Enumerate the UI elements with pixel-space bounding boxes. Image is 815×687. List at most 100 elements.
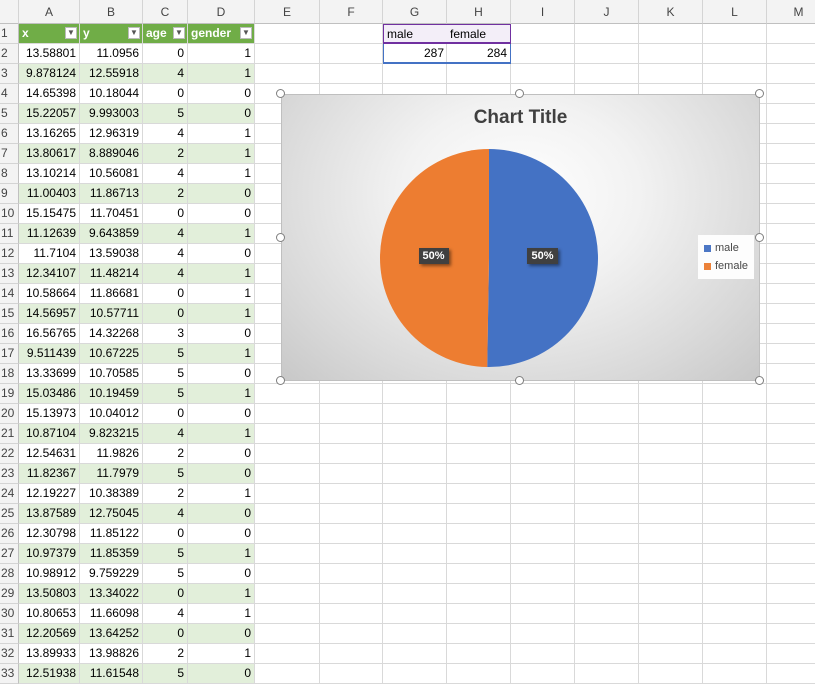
empty-cell[interactable]: [447, 464, 511, 484]
empty-cell[interactable]: [255, 404, 320, 424]
table-header-cell[interactable]: gender ▼: [188, 24, 255, 44]
empty-cell[interactable]: [767, 64, 815, 84]
empty-cell[interactable]: [320, 44, 383, 64]
summary-label-female[interactable]: female: [447, 24, 511, 44]
empty-cell[interactable]: [255, 564, 320, 584]
table-cell[interactable]: 13.80617: [19, 144, 80, 164]
empty-cell[interactable]: [639, 424, 703, 444]
table-cell[interactable]: 13.33699: [19, 364, 80, 384]
column-header-a[interactable]: A: [19, 0, 80, 24]
table-cell[interactable]: 1: [188, 64, 255, 84]
table-cell[interactable]: 3: [143, 324, 188, 344]
row-header[interactable]: 20: [0, 404, 19, 424]
empty-cell[interactable]: [703, 484, 767, 504]
table-cell[interactable]: 1: [188, 604, 255, 624]
table-cell[interactable]: 1: [188, 644, 255, 664]
empty-cell[interactable]: [767, 204, 815, 224]
empty-cell[interactable]: [767, 24, 815, 44]
table-cell[interactable]: 0: [188, 184, 255, 204]
empty-cell[interactable]: [383, 444, 447, 464]
empty-cell[interactable]: [575, 464, 639, 484]
table-cell[interactable]: 13.58801: [19, 44, 80, 64]
empty-cell[interactable]: [447, 504, 511, 524]
empty-cell[interactable]: [255, 504, 320, 524]
table-cell[interactable]: 2: [143, 444, 188, 464]
column-header-b[interactable]: B: [80, 0, 143, 24]
table-cell[interactable]: 10.98912: [19, 564, 80, 584]
table-cell[interactable]: 2: [143, 644, 188, 664]
empty-cell[interactable]: [447, 564, 511, 584]
row-header[interactable]: 12: [0, 244, 19, 264]
empty-cell[interactable]: [511, 664, 575, 684]
table-cell[interactable]: 0: [143, 524, 188, 544]
table-cell[interactable]: 1: [188, 304, 255, 324]
table-cell[interactable]: 0: [188, 624, 255, 644]
empty-cell[interactable]: [383, 64, 447, 84]
row-header[interactable]: 8: [0, 164, 19, 184]
table-cell[interactable]: 10.87104: [19, 424, 80, 444]
table-cell[interactable]: 1: [188, 484, 255, 504]
empty-cell[interactable]: [320, 624, 383, 644]
empty-cell[interactable]: [255, 444, 320, 464]
data-label-female[interactable]: 50%: [418, 247, 449, 264]
empty-cell[interactable]: [447, 484, 511, 504]
table-cell[interactable]: 10.57711: [80, 304, 143, 324]
empty-cell[interactable]: [511, 504, 575, 524]
table-cell[interactable]: 0: [143, 44, 188, 64]
row-header[interactable]: 26: [0, 524, 19, 544]
empty-cell[interactable]: [383, 584, 447, 604]
empty-cell[interactable]: [703, 504, 767, 524]
empty-cell[interactable]: [639, 524, 703, 544]
row-header[interactable]: 30: [0, 604, 19, 624]
data-label-male[interactable]: 50%: [527, 248, 558, 265]
table-cell[interactable]: 12.19227: [19, 484, 80, 504]
empty-cell[interactable]: [703, 624, 767, 644]
table-cell[interactable]: 0: [188, 324, 255, 344]
table-cell[interactable]: 5: [143, 664, 188, 684]
row-header[interactable]: 7: [0, 144, 19, 164]
column-header-j[interactable]: J: [575, 0, 639, 24]
row-header[interactable]: 1: [0, 24, 19, 44]
empty-cell[interactable]: [575, 64, 639, 84]
empty-cell[interactable]: [767, 624, 815, 644]
empty-cell[interactable]: [703, 384, 767, 404]
table-cell[interactable]: 13.87589: [19, 504, 80, 524]
table-cell[interactable]: 10.58664: [19, 284, 80, 304]
empty-cell[interactable]: [447, 444, 511, 464]
empty-cell[interactable]: [383, 544, 447, 564]
empty-cell[interactable]: [639, 644, 703, 664]
empty-cell[interactable]: [255, 604, 320, 624]
table-cell[interactable]: 11.85359: [80, 544, 143, 564]
empty-cell[interactable]: [767, 504, 815, 524]
empty-cell[interactable]: [703, 444, 767, 464]
empty-cell[interactable]: [511, 424, 575, 444]
empty-cell[interactable]: [255, 544, 320, 564]
row-header[interactable]: 28: [0, 564, 19, 584]
table-cell[interactable]: 0: [188, 104, 255, 124]
empty-cell[interactable]: [383, 624, 447, 644]
table-cell[interactable]: 4: [143, 124, 188, 144]
empty-cell[interactable]: [703, 544, 767, 564]
empty-cell[interactable]: [255, 44, 320, 64]
table-cell[interactable]: 4: [143, 424, 188, 444]
table-cell[interactable]: 10.19459: [80, 384, 143, 404]
empty-cell[interactable]: [511, 64, 575, 84]
empty-cell[interactable]: [447, 584, 511, 604]
table-cell[interactable]: 0: [188, 664, 255, 684]
empty-cell[interactable]: [383, 664, 447, 684]
empty-cell[interactable]: [767, 484, 815, 504]
filter-dropdown-icon[interactable]: ▼: [128, 27, 140, 39]
table-cell[interactable]: 4: [143, 604, 188, 624]
empty-cell[interactable]: [703, 24, 767, 44]
table-cell[interactable]: 5: [143, 464, 188, 484]
empty-cell[interactable]: [447, 424, 511, 444]
empty-cell[interactable]: [320, 444, 383, 464]
resize-handle-bottom-left[interactable]: [276, 376, 285, 385]
table-cell[interactable]: 0: [188, 244, 255, 264]
empty-cell[interactable]: [767, 364, 815, 384]
row-header[interactable]: 18: [0, 364, 19, 384]
table-cell[interactable]: 8.889046: [80, 144, 143, 164]
empty-cell[interactable]: [575, 524, 639, 544]
empty-cell[interactable]: [639, 504, 703, 524]
row-header[interactable]: 31: [0, 624, 19, 644]
